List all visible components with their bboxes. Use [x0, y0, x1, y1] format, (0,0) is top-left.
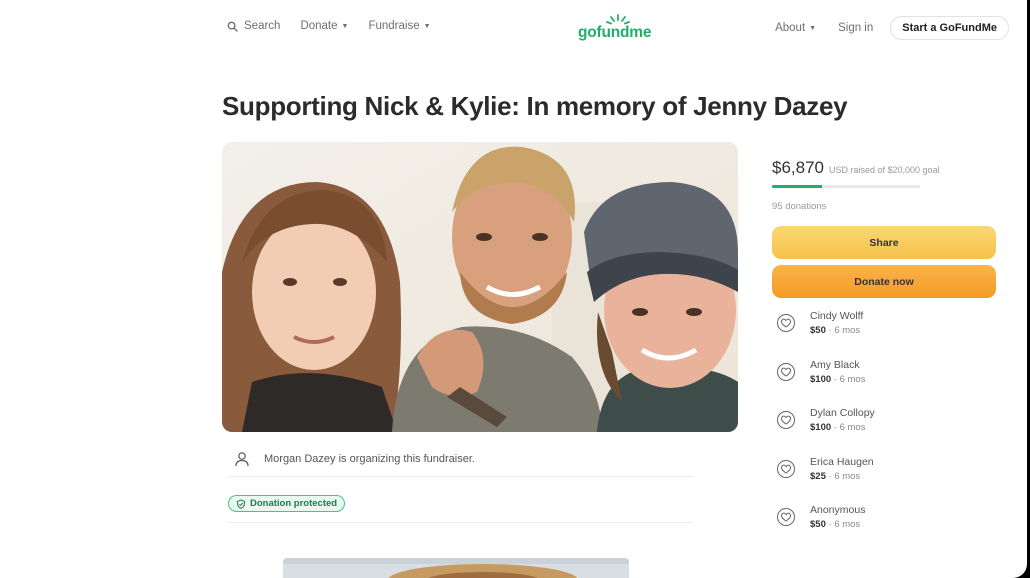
search-label: Search: [244, 20, 281, 32]
donation-protected-badge[interactable]: Donation protected: [228, 495, 346, 512]
signin-link[interactable]: Sign in: [833, 20, 878, 36]
organizer-row: Morgan Dazey is organizing this fundrais…: [228, 442, 693, 477]
donation-heart-icon: [777, 411, 795, 429]
donor-meta: $100 · 6 mos: [810, 422, 875, 433]
donor-name: Amy Black: [810, 358, 860, 371]
raised-amount: $6,870: [772, 158, 824, 177]
donate-menu[interactable]: Donate ▼: [295, 18, 353, 34]
header-left-nav: Search Donate ▼ Fundraise ▼: [222, 18, 436, 34]
donation-heart-icon: [777, 362, 795, 381]
donate-now-label: Donate now: [854, 275, 914, 288]
donation-heart-icon: [777, 459, 795, 478]
header-right-nav: About ▼ Sign in Start a GoFundMe: [770, 16, 1009, 40]
donor-name: Cindy Wolff: [810, 310, 864, 322]
donor-amount: $50: [810, 519, 826, 530]
donor-item: Dylan Collopy $100 · 6 mos: [772, 407, 996, 456]
donor-time: 6 mos: [839, 373, 866, 385]
donor-time: 6 mos: [834, 470, 861, 482]
donor-name: Dylan Collopy: [810, 407, 875, 419]
raised-summary: $6,870 USD raised of $20,000 goal: [772, 158, 996, 178]
recent-donations-list: Cindy Wolff $50 · 6 mos Amy Black $100 ·…: [772, 310, 996, 553]
donor-meta: $50 · 6 mos: [810, 519, 865, 530]
donor-item: Cindy Wolff $50 · 6 mos: [772, 310, 996, 359]
raised-goal-note: USD raised of $20,000 goal: [829, 165, 940, 175]
progress-fill: [772, 185, 823, 188]
gofundme-logo[interactable]: gofundme: [578, 14, 658, 42]
donation-heart-icon: [777, 508, 795, 526]
share-label: Share: [869, 236, 899, 249]
donor-meta: $100 · 6 mos: [810, 374, 865, 385]
shield-icon: [236, 498, 246, 509]
donor-item: Anonymous $50 · 6 mos: [772, 504, 996, 553]
donation-heart-icon: [777, 314, 795, 332]
fundraise-menu[interactable]: Fundraise ▼: [363, 18, 435, 34]
secondary-photo[interactable]: [283, 558, 629, 578]
donor-time: 6 mos: [834, 325, 861, 336]
donor-amount: $100: [810, 373, 832, 385]
donor-meta: $50 · 6 mos: [810, 325, 863, 336]
donor-amount: $50: [810, 325, 826, 336]
organizer-text: Morgan Dazey is organizing this fundrais…: [264, 453, 475, 465]
search-icon: [227, 21, 238, 32]
donor-amount: $25: [810, 470, 826, 482]
share-button[interactable]: Share: [772, 226, 996, 259]
donor-item: Amy Black $100 · 6 mos: [772, 359, 996, 408]
donate-label: Donate: [300, 20, 338, 32]
protected-label: Donation protected: [250, 498, 338, 509]
secondary-photo-graphic: [283, 558, 629, 578]
page-title: Supporting Nick & Kylie: In memory of Je…: [222, 91, 848, 121]
about-label: About: [775, 22, 806, 34]
chevron-down-icon: ▼: [809, 24, 817, 32]
start-gofundme-button[interactable]: Start a GoFundMe: [890, 16, 1009, 40]
campaign-photo-graphic: [222, 142, 738, 432]
chevron-down-icon: ▼: [341, 22, 349, 30]
donation-count: 95 donations: [772, 201, 827, 212]
about-menu[interactable]: About ▼: [770, 20, 821, 36]
section-divider: [228, 522, 693, 523]
donor-time: 6 mos: [834, 519, 861, 530]
donor-time: 6 mos: [839, 422, 866, 433]
donor-meta: $25 · 6 mos: [810, 471, 874, 482]
start-label: Start a GoFundMe: [902, 22, 997, 34]
progress-bar: [772, 185, 920, 188]
page: Search Donate ▼ Fundraise ▼ gofundme Abo…: [0, 0, 1027, 578]
donation-sidebar: $6,870 USD raised of $20,000 goal 95 don…: [772, 158, 996, 553]
donate-now-button[interactable]: Donate now: [772, 265, 996, 298]
signin-label: Sign in: [838, 22, 874, 34]
donor-name: Anonymous: [810, 504, 866, 516]
fundraise-label: Fundraise: [368, 20, 420, 32]
donor-amount: $100: [810, 422, 832, 433]
search-button[interactable]: Search: [222, 18, 285, 34]
campaign-photo[interactable]: [222, 142, 738, 432]
chevron-down-icon: ▼: [423, 22, 431, 30]
user-icon: [235, 452, 249, 467]
donor-item: Erica Haugen $25 · 6 mos: [772, 456, 996, 505]
donor-name: Erica Haugen: [810, 455, 874, 468]
logo-text: gofundme: [578, 24, 652, 41]
